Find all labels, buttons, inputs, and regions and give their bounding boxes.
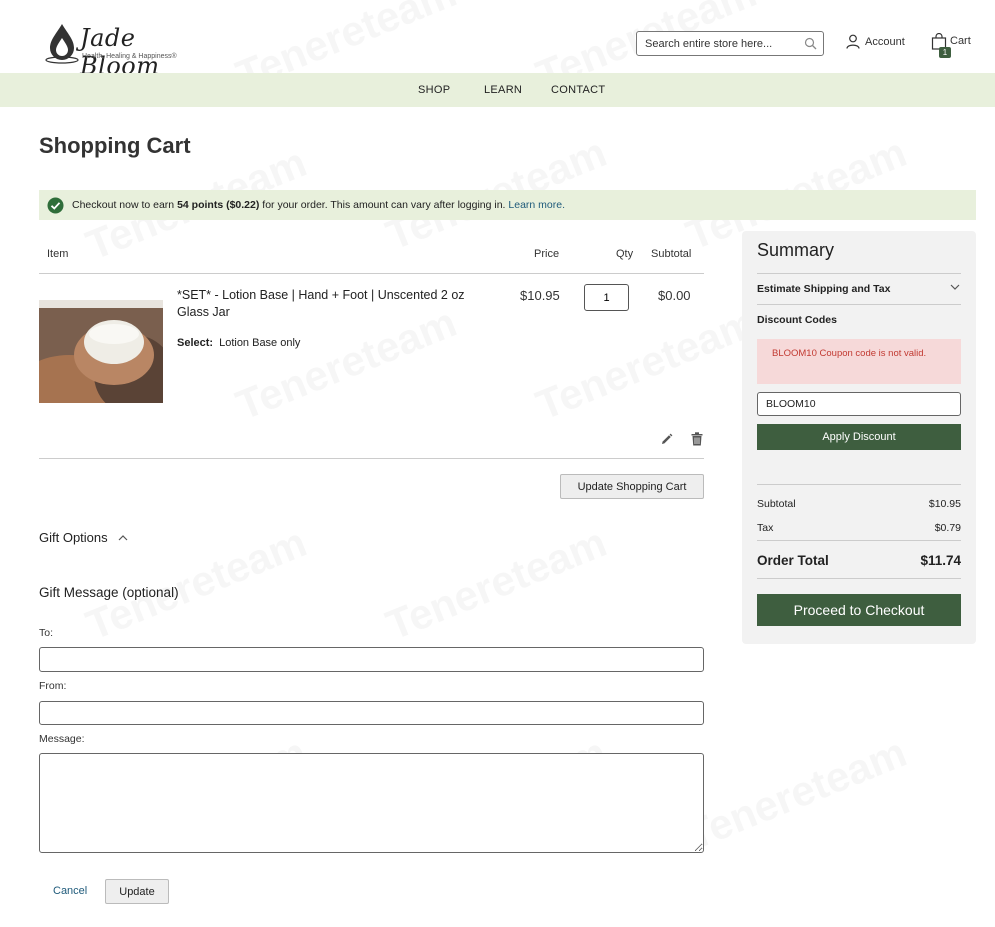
- to-label: To:: [39, 627, 54, 639]
- divider: [39, 458, 704, 459]
- account-label: Account: [865, 35, 905, 48]
- notice-suffix: for your order. This amount can vary aft…: [259, 199, 509, 211]
- search-input[interactable]: [637, 32, 797, 55]
- divider: [757, 540, 961, 541]
- gift-update-button[interactable]: Update: [105, 879, 169, 904]
- search-icon[interactable]: [804, 37, 817, 50]
- discount-codes-label: Discount Codes: [757, 314, 837, 326]
- divider: [39, 273, 704, 274]
- product-option: Select: Lotion Base only: [177, 337, 300, 349]
- check-circle-icon: [47, 197, 64, 214]
- notice-text: Checkout now to earn 54 points ($0.22) f…: [72, 199, 565, 211]
- user-icon: [846, 34, 860, 49]
- divider: [757, 304, 961, 305]
- watermark: Tenereteam: [529, 298, 763, 430]
- option-label: Select:: [177, 337, 214, 349]
- account-link[interactable]: Account: [846, 34, 905, 49]
- nav-item-shop[interactable]: SHOP: [418, 84, 450, 96]
- logo[interactable]: Jade Bloom Health, Healing & Happiness®: [44, 22, 204, 80]
- from-label: From:: [39, 680, 67, 692]
- chevron-up-icon: [118, 535, 128, 541]
- gift-message-title: Gift Message (optional): [39, 585, 179, 600]
- search-box: [636, 31, 824, 56]
- main-nav: SHOP LEARN CONTACT: [0, 73, 995, 107]
- notice-amount: ($0.22): [226, 199, 260, 211]
- subtotal-value: $10.95: [928, 498, 961, 510]
- notice-prefix: Checkout now to earn: [72, 199, 178, 211]
- apply-discount-button[interactable]: Apply Discount: [757, 424, 961, 450]
- coupon-code-input[interactable]: [757, 392, 961, 416]
- lotion-jar-image: [39, 300, 163, 403]
- page-title: Shopping Cart: [39, 133, 191, 158]
- site-header: Jade Bloom Health, Healing & Happiness® …: [0, 0, 995, 80]
- product-name[interactable]: *SET* - Lotion Base | Hand + Foot | Unsc…: [177, 287, 497, 321]
- gift-options-label: Gift Options: [39, 530, 108, 545]
- gift-message-textarea[interactable]: [39, 753, 704, 853]
- subtotal-label: Subtotal: [757, 498, 796, 510]
- product-image[interactable]: [39, 300, 163, 403]
- watermark: Tenereteam: [379, 518, 613, 650]
- summary-title: Summary: [757, 240, 835, 260]
- gift-from-field[interactable]: [39, 701, 704, 725]
- column-header-item: Item: [47, 248, 69, 260]
- gift-options-toggle[interactable]: Gift Options: [39, 530, 128, 545]
- learn-more-link[interactable]: Learn more.: [508, 199, 565, 211]
- option-value: Lotion Base only: [219, 337, 301, 349]
- pencil-icon[interactable]: [660, 433, 673, 446]
- chevron-down-icon[interactable]: [950, 284, 960, 291]
- column-header-subtotal: Subtotal: [651, 248, 692, 260]
- update-cart-button[interactable]: Update Shopping Cart: [560, 474, 704, 499]
- order-total-value: $11.74: [920, 553, 961, 568]
- nav-item-contact[interactable]: CONTACT: [551, 84, 605, 96]
- divider: [757, 578, 961, 579]
- estimate-shipping-toggle[interactable]: Estimate Shipping and Tax: [757, 283, 890, 295]
- cart-link[interactable]: Cart 1: [931, 32, 971, 58]
- nav-item-learn[interactable]: LEARN: [484, 84, 522, 96]
- cart-label: Cart: [950, 35, 971, 47]
- column-header-qty: Qty: [616, 248, 634, 260]
- item-subtotal: $0.00: [658, 288, 691, 303]
- watermark: Tenereteam: [679, 728, 913, 860]
- proceed-to-checkout-button[interactable]: Proceed to Checkout: [757, 594, 961, 626]
- notice-points: 54 points: [177, 199, 224, 211]
- tax-value: $0.79: [934, 522, 961, 534]
- cancel-link[interactable]: Cancel: [53, 885, 87, 897]
- divider: [757, 484, 961, 485]
- quantity-input[interactable]: [584, 284, 629, 311]
- order-summary: Summary Estimate Shipping and Tax Discou…: [742, 231, 976, 644]
- water-drop-icon: [45, 24, 79, 64]
- logo-name: Jade Bloom: [80, 24, 160, 80]
- rewards-notice: Checkout now to earn 54 points ($0.22) f…: [39, 190, 976, 220]
- cart-count-badge: 1: [939, 47, 951, 58]
- message-label: Message:: [39, 733, 85, 745]
- column-header-price: Price: [534, 248, 560, 260]
- gift-to-field[interactable]: [39, 647, 704, 672]
- trash-icon[interactable]: [691, 432, 703, 446]
- coupon-error-message: BLOOM10 Coupon code is not valid.: [757, 339, 961, 384]
- item-price: $10.95: [520, 288, 560, 303]
- logo-tagline: Health, Healing & Happiness®: [82, 53, 177, 60]
- tax-label: Tax: [757, 522, 774, 534]
- order-total-label: Order Total: [757, 553, 829, 568]
- divider: [757, 273, 961, 274]
